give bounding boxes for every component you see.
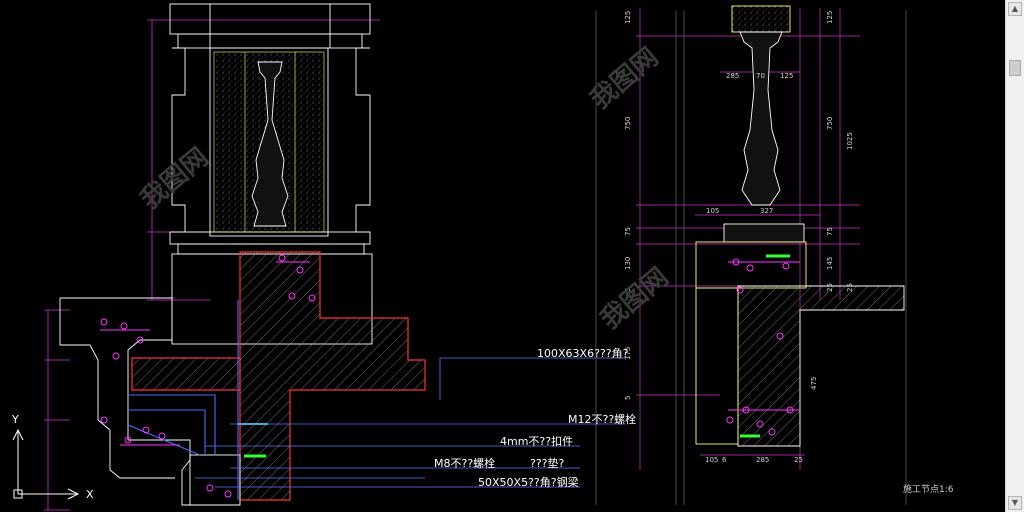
ucs-y-label: Y [11,413,19,426]
ucs-x-label: X [86,488,94,501]
svg-text:25: 25 [826,283,834,292]
right-handrail [723,223,805,243]
right-stone-panel [695,287,739,445]
left-concrete-slab [239,251,426,501]
scrollbar-thumb[interactable] [1009,60,1021,76]
svg-text:125: 125 [780,72,793,80]
annotation-angle-steel: 100X63X6???角? [537,347,629,360]
svg-text:327: 327 [760,207,773,215]
watermark-3: 我图网 [595,262,674,335]
annotation-steel-50: 50X50X5??角?钢梁 [478,475,579,489]
svg-text:145: 145 [826,257,834,270]
svg-text:105: 105 [705,456,718,464]
svg-text:125: 125 [826,11,834,24]
svg-text:285: 285 [756,456,769,464]
left-concrete-ledge [131,357,241,391]
watermark-1: 我图网 [135,142,214,215]
left-dimension-lines [44,19,380,511]
svg-text:175: 175 [624,347,632,360]
drawing-title: 施工节点1:6 [903,483,954,495]
svg-text:130: 130 [624,257,632,270]
scroll-up-button[interactable]: ▲ [1008,2,1022,16]
svg-text:750: 750 [624,117,632,130]
ucs-icon [12,428,80,500]
svg-text:475: 475 [810,377,818,390]
svg-text:75: 75 [624,227,632,236]
svg-text:5: 5 [624,396,632,400]
right-concrete-slab [737,285,905,447]
right-baluster [739,31,783,206]
svg-text:6: 6 [722,456,727,464]
right-baluster-cap [731,5,791,33]
left-stone-cladding [59,297,241,506]
watermark-2: 我图网 [585,42,664,115]
svg-text:70: 70 [756,72,765,80]
vertical-scrollbar[interactable]: ▲ ▼ [1005,0,1024,512]
svg-text:25: 25 [794,456,803,464]
svg-text:25: 25 [846,283,854,292]
svg-text:285: 285 [726,72,739,80]
annotation-bolt-m12: M12不??螺栓 [568,412,636,426]
svg-text:105: 105 [706,207,719,215]
annotation-bolt-m8: M8不??螺栓 [434,456,495,470]
cad-drawing: 100X63X6???角? M12不??螺栓 4mm不??扣件 M8不??螺栓 … [11,3,954,511]
svg-text:75: 75 [826,227,834,236]
svg-text:750: 750 [826,117,834,130]
svg-text:125: 125 [624,11,632,24]
cad-drawing-canvas[interactable]: 100X63X6???角? M12不??螺栓 4mm不??扣件 M8不??螺栓 … [0,0,1005,512]
svg-text:1025: 1025 [846,132,854,150]
annotation-fastener-4mm: 4mm不??扣件 [500,434,573,448]
scroll-down-button[interactable]: ▼ [1008,496,1022,510]
annotation-pad: ???垫? [530,456,565,470]
